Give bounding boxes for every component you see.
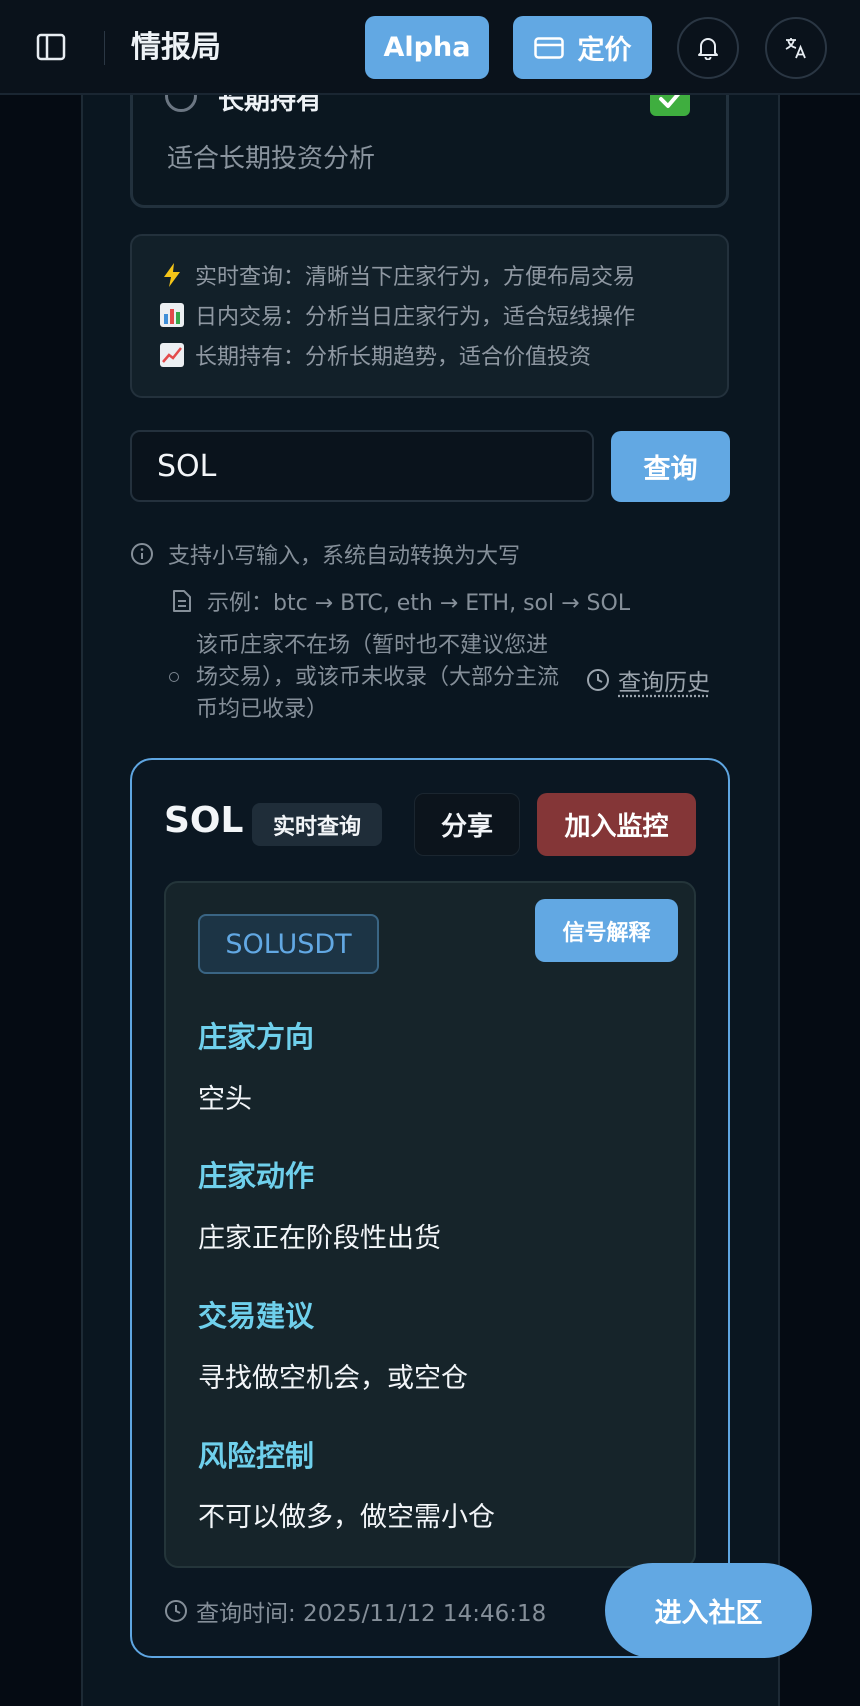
mode-info-text: 实时查询：清晰当下庄家行为，方便布局交易 (195, 265, 636, 290)
example-hint: 示例：btc → BTC, eth → ETH, sol → SOL (171, 585, 630, 617)
section-text-advice: 寻找做空机会，或空仓 (198, 1363, 468, 1394)
bell-icon (698, 38, 718, 60)
section-title-advice: 交易建议 (198, 1299, 315, 1333)
pricing-label: 定价 (577, 35, 632, 66)
section-text-action: 庄家正在阶段性出货 (198, 1223, 441, 1254)
add-monitor-button[interactable]: 加入监控 (537, 793, 696, 856)
topbar-divider (104, 31, 105, 65)
section-title-direction: 庄家方向 (198, 1020, 315, 1054)
uppercase-hint-text: 支持小写输入，系统自动转换为大写 (168, 544, 521, 569)
trading-pair-badge: SOLUSDT (198, 914, 379, 974)
notice-dot-icon (169, 672, 179, 682)
info-icon (131, 543, 153, 565)
notification-button[interactable] (677, 17, 739, 79)
trend-up-icon (159, 342, 185, 368)
result-symbol: SOL (164, 800, 244, 841)
signal-explain-button[interactable]: 信号解释 (535, 899, 678, 962)
query-history-link[interactable]: 查询历史 (586, 663, 710, 697)
clock-icon (165, 1600, 187, 1622)
pricing-button[interactable]: 定价 (513, 16, 652, 79)
top-bar: 情报局 Alpha 定价 (0, 0, 860, 95)
app-title: 情报局 (131, 30, 221, 65)
mode-option-description: 适合长期投资分析 (167, 144, 376, 174)
mode-info-line: 实时查询：清晰当下庄家行为，方便布局交易 (159, 259, 635, 291)
credit-card-icon (533, 36, 564, 59)
mode-info-line: 长期持有：分析长期趋势，适合价值投资 (159, 339, 591, 371)
mode-info-text: 日内交易：分析当日庄家行为，适合短线操作 (195, 305, 636, 330)
language-button[interactable] (765, 17, 827, 79)
section-text-risk: 不可以做多，做空需小仓 (198, 1502, 495, 1533)
symbol-search-input[interactable] (130, 430, 594, 502)
document-icon (173, 590, 191, 612)
query-button[interactable]: 查询 (611, 431, 730, 502)
uppercase-hint: 支持小写输入，系统自动转换为大写 (130, 538, 520, 570)
community-button[interactable]: 进入社区 (605, 1563, 812, 1658)
query-time-text: 查询时间: 2025/11/12 14:46:18 (196, 1601, 547, 1627)
section-text-direction: 空头 (198, 1084, 252, 1115)
mode-info-line: 日内交易：分析当日庄家行为，适合短线操作 (159, 299, 635, 331)
bar-chart-icon (159, 302, 185, 328)
sidebar-toggle-icon[interactable] (36, 32, 66, 62)
mode-badge: 实时查询 (252, 803, 382, 846)
translate-icon (785, 38, 806, 59)
lightning-icon (159, 262, 185, 288)
query-history-label[interactable]: 查询历史 (618, 663, 710, 697)
alpha-button[interactable]: Alpha (365, 16, 489, 79)
clock-icon (587, 669, 609, 691)
query-time: 查询时间: 2025/11/12 14:46:18 (164, 1594, 546, 1628)
mode-info-text: 长期持有：分析长期趋势，适合价值投资 (195, 345, 592, 370)
example-hint-text: 示例：btc → BTC, eth → ETH, sol → SOL (207, 591, 631, 616)
section-title-risk: 风险控制 (198, 1439, 315, 1473)
section-title-action: 庄家动作 (198, 1159, 315, 1193)
not-found-notice: 该币庄家不在场（暂时也不建议您进场交易），或该币未收录（大部分主流币均已收录） (196, 633, 560, 722)
share-button[interactable]: 分享 (414, 793, 520, 856)
